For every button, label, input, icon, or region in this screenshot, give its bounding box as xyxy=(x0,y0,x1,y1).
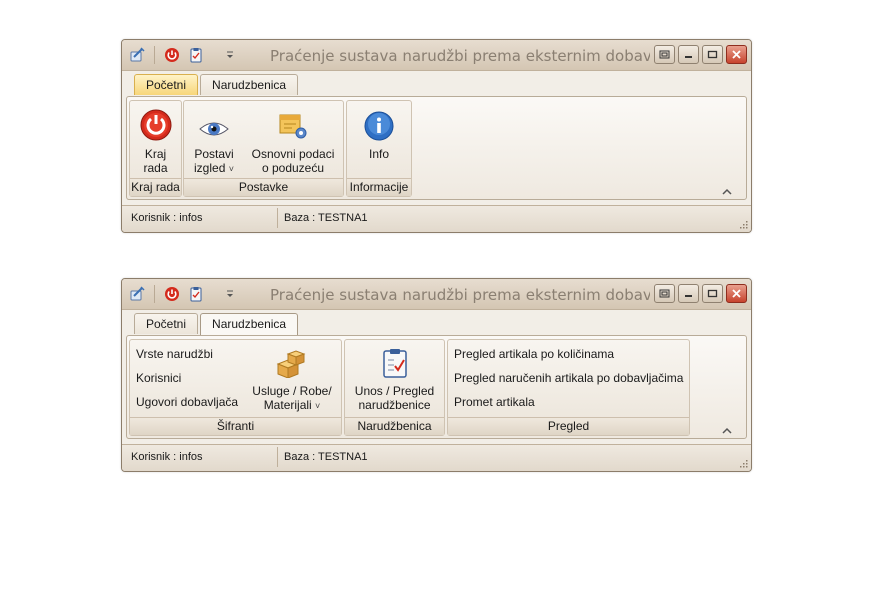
app-window-pocetni: Praćenje sustava narudžbi prema eksterni… xyxy=(121,39,752,233)
minimize-icon[interactable] xyxy=(678,45,699,64)
unos-label-2: narudžbenice xyxy=(358,398,431,412)
tab-pocetni[interactable]: Početni xyxy=(134,313,199,334)
collapse-ribbon-icon[interactable] xyxy=(722,424,732,434)
osnovni-label-1: Osnovni podaci xyxy=(251,147,335,161)
group-label: Šifranti xyxy=(130,417,341,435)
power-icon[interactable] xyxy=(163,46,181,64)
osnovni-label-2: o poduzeću xyxy=(261,161,325,175)
unos-pregled-button[interactable]: Unos / Pregled narudžbenice xyxy=(345,346,444,412)
collapse-ribbon-icon[interactable] xyxy=(722,185,732,195)
qat-separator xyxy=(154,46,155,64)
group-kraj-rada: Kraj rada Kraj rada xyxy=(129,100,182,197)
postavi-label-1: Postavi xyxy=(194,147,234,161)
quick-access-toolbar xyxy=(128,285,239,303)
maximize-icon[interactable] xyxy=(702,45,723,64)
group-label: Pregled xyxy=(448,417,689,435)
resize-grip-icon[interactable] xyxy=(738,219,748,229)
window-title: Praćenje sustava narudžbi prema eksterni… xyxy=(270,286,650,304)
status-bar: Korisnik : infos Baza : TESTNA1 xyxy=(122,205,751,232)
tab-pocetni[interactable]: Početni xyxy=(134,74,199,95)
info-icon xyxy=(347,105,411,141)
promet-artikala-button[interactable]: Promet artikala xyxy=(454,395,535,409)
company-settings-icon xyxy=(246,105,340,141)
clipboard-icon[interactable] xyxy=(187,46,205,64)
minimize-icon[interactable] xyxy=(678,284,699,303)
usluge-label-2: Materijali ˅ xyxy=(248,398,336,413)
postavi-label-2: izgled ˅ xyxy=(190,161,238,176)
info-button[interactable]: Info xyxy=(347,105,411,161)
power-icon xyxy=(130,105,181,141)
postavi-label-2-text: izgled xyxy=(194,161,226,175)
ribbon-tabs: Početni Narudzbenica xyxy=(134,74,299,96)
power-icon[interactable] xyxy=(163,285,181,303)
title-bar[interactable]: Praćenje sustava narudžbi prema eksterni… xyxy=(122,279,751,310)
kraj-rada-label-1: Kraj xyxy=(144,147,167,161)
qat-separator xyxy=(154,285,155,303)
group-label: Kraj rada xyxy=(130,178,181,196)
group-sifranti: Vrste narudžbi Korisnici Ugovori dobavlj… xyxy=(129,339,342,436)
korisnici-button[interactable]: Korisnici xyxy=(136,371,181,385)
chevron-down-icon: ˅ xyxy=(315,401,321,411)
clipboard-icon[interactable] xyxy=(187,285,205,303)
status-db: Baza : TESTNA1 xyxy=(284,451,368,463)
restore-icon[interactable] xyxy=(654,284,675,303)
app-icon[interactable] xyxy=(128,285,146,303)
restore-icon[interactable] xyxy=(654,45,675,64)
group-postavke: Postavi izgled ˅ Osnovni podaci o poduze… xyxy=(183,100,344,197)
kraj-rada-label-2: rada xyxy=(143,161,168,175)
quick-access-toolbar xyxy=(128,46,239,64)
ribbon-panel: Kraj rada Kraj rada Postavi izgled ˅ Osn… xyxy=(126,96,747,200)
group-pregled: Pregled artikala po količinama Pregled n… xyxy=(447,339,690,436)
ugovori-dobavljaca-button[interactable]: Ugovori dobavljača xyxy=(136,395,238,409)
osnovni-podaci-button[interactable]: Osnovni podaci o poduzeću xyxy=(246,105,340,175)
group-label: Narudžbenica xyxy=(345,417,444,435)
app-icon[interactable] xyxy=(128,46,146,64)
ribbon-tabs: Početni Narudzbenica xyxy=(134,313,299,335)
qat-dropdown-icon[interactable] xyxy=(221,285,239,303)
boxes-icon xyxy=(248,346,336,378)
close-icon[interactable] xyxy=(726,45,747,64)
tab-narudzbenica[interactable]: Narudzbenica xyxy=(200,74,299,95)
status-separator xyxy=(277,447,278,467)
group-label: Postavke xyxy=(184,178,343,196)
usluge-label-2-text: Materijali xyxy=(263,398,312,412)
group-label: Informacije xyxy=(347,178,411,196)
resize-grip-icon[interactable] xyxy=(738,458,748,468)
status-db: Baza : TESTNA1 xyxy=(284,212,368,224)
close-icon[interactable] xyxy=(726,284,747,303)
postavi-izgled-button[interactable]: Postavi izgled ˅ xyxy=(190,105,238,176)
pregled-kolicine-button[interactable]: Pregled artikala po količinama xyxy=(454,347,614,361)
maximize-icon[interactable] xyxy=(702,284,723,303)
usluge-robe-button[interactable]: Usluge / Robe/ Materijali ˅ xyxy=(248,346,336,413)
pregled-dobavljaci-button[interactable]: Pregled naručenih artikala po dobavljači… xyxy=(454,371,683,385)
ribbon-panel: Vrste narudžbi Korisnici Ugovori dobavlj… xyxy=(126,335,747,439)
eye-icon xyxy=(190,105,238,141)
window-controls xyxy=(654,45,747,64)
qat-dropdown-icon[interactable] xyxy=(221,46,239,64)
status-separator xyxy=(277,208,278,228)
kraj-rada-button[interactable]: Kraj rada xyxy=(130,105,181,175)
unos-label-1: Unos / Pregled xyxy=(354,384,435,398)
status-bar: Korisnik : infos Baza : TESTNA1 xyxy=(122,444,751,471)
group-narudzbenica: Unos / Pregled narudžbenice Narudžbenica xyxy=(344,339,445,436)
vrste-narudzbi-button[interactable]: Vrste narudžbi xyxy=(136,347,213,361)
app-window-narudzbenica: Praćenje sustava narudžbi prema eksterni… xyxy=(121,278,752,472)
window-controls xyxy=(654,284,747,303)
info-label: Info xyxy=(368,147,389,161)
window-title: Praćenje sustava narudžbi prema eksterni… xyxy=(270,47,650,65)
usluge-label-1: Usluge / Robe/ xyxy=(252,384,332,398)
order-clipboard-icon xyxy=(345,346,444,378)
chevron-down-icon: ˅ xyxy=(228,164,234,174)
status-user: Korisnik : infos xyxy=(131,212,203,224)
status-user: Korisnik : infos xyxy=(131,451,203,463)
tab-narudzbenica[interactable]: Narudzbenica xyxy=(200,313,299,335)
title-bar[interactable]: Praćenje sustava narudžbi prema eksterni… xyxy=(122,40,751,71)
group-informacije: Info Informacije xyxy=(346,100,412,197)
